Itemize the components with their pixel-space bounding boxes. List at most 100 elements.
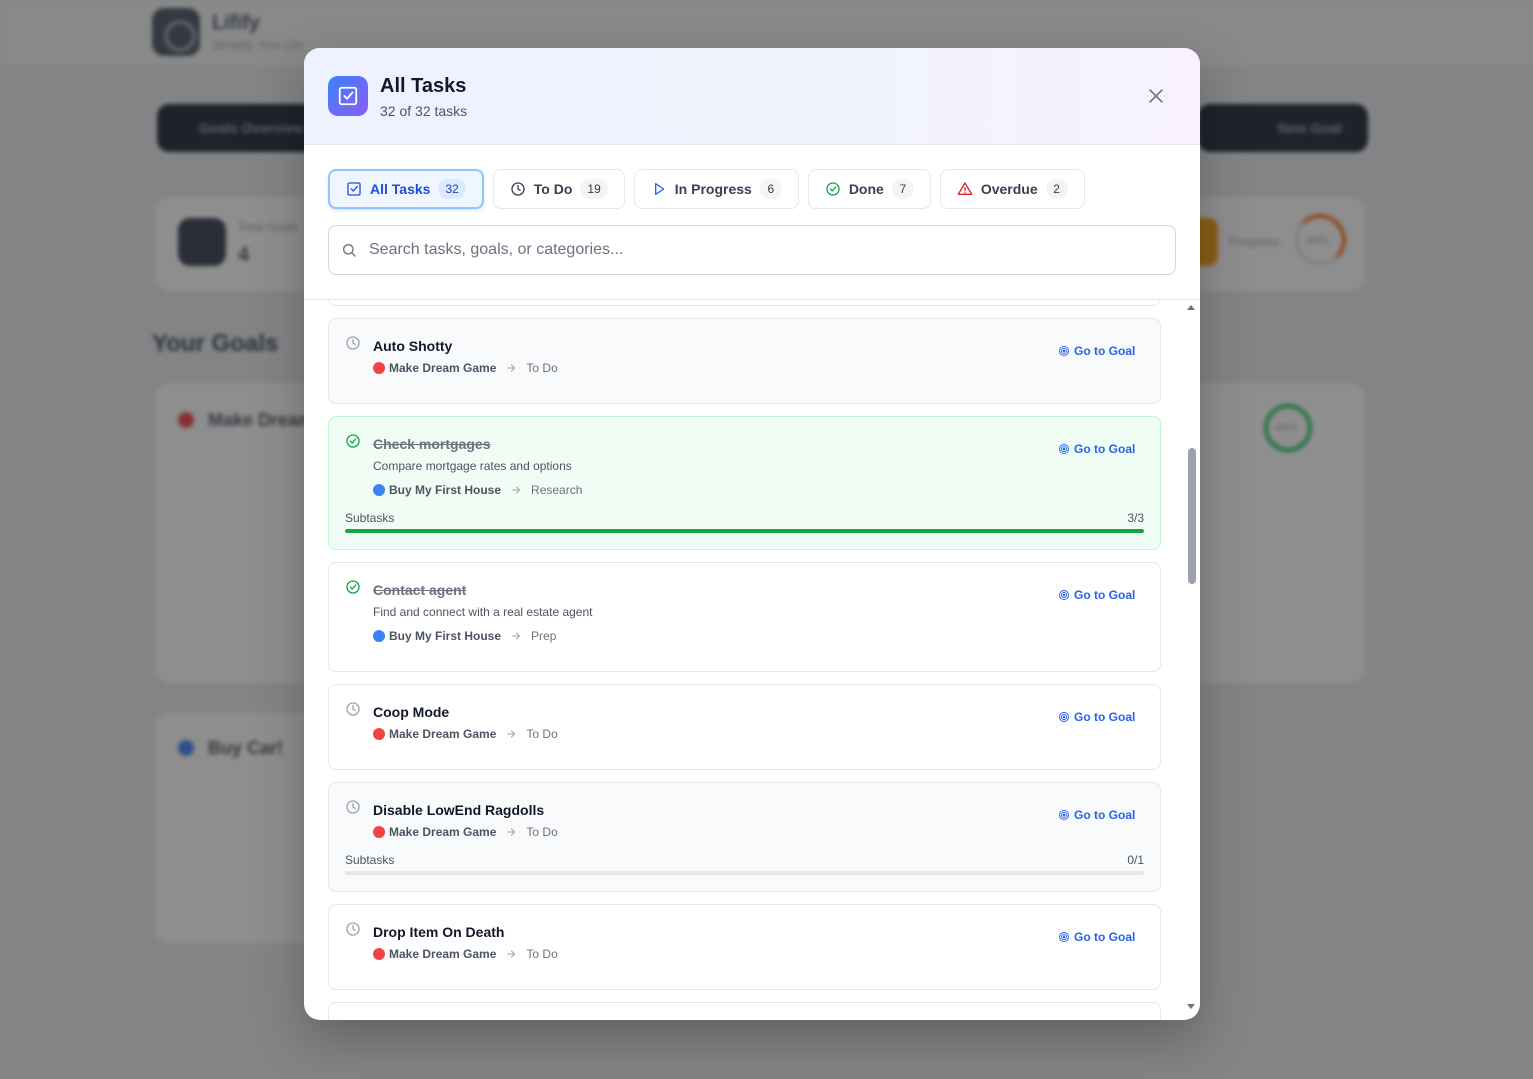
scrollbar-thumb[interactable] <box>1188 448 1196 584</box>
task-goal-name: Buy My First House <box>389 483 502 497</box>
scroll-down-arrow-icon[interactable] <box>1187 1004 1195 1009</box>
go-to-goal-link[interactable]: Go to Goal <box>1058 442 1135 456</box>
tab-count-badge: 6 <box>759 179 782 199</box>
arrow-right-icon <box>505 948 517 960</box>
filter-tabs: All Tasks 32 To Do 19 In Progress 6 Done… <box>328 169 1085 209</box>
task-goal-name: Make Dream Game <box>389 825 497 839</box>
task-title: Coop Mode <box>373 704 450 720</box>
task-card[interactable]: Auto Shotty Make Dream Game To Do Go to … <box>328 318 1161 404</box>
search-input[interactable] <box>369 241 1149 259</box>
go-to-goal-link[interactable]: Go to Goal <box>1058 710 1135 724</box>
target-icon <box>1058 443 1070 455</box>
tab-count-badge: 7 <box>891 179 914 199</box>
goal-color-dot <box>373 630 385 642</box>
task-meta: Make Dream Game To Do <box>373 947 558 961</box>
task-meta: Make Dream Game To Do <box>373 825 558 839</box>
task-meta: Buy My First House Research <box>373 483 582 497</box>
go-to-goal-label: Go to Goal <box>1074 588 1136 602</box>
search-icon <box>343 244 356 257</box>
tab-label: All Tasks <box>370 181 431 197</box>
tab-label: To Do <box>533 181 573 197</box>
goal-color-dot <box>373 728 385 740</box>
target-icon <box>1058 711 1070 723</box>
goal-color-dot <box>373 948 385 960</box>
modal-subtitle: 32 of 32 tasks <box>380 103 468 119</box>
task-goal-name: Make Dream Game <box>389 947 497 961</box>
tab-label: In Progress <box>674 181 752 197</box>
tab-to-do[interactable]: To Do 19 <box>492 169 625 209</box>
task-goal-name: Make Dream Game <box>389 361 497 375</box>
clock-icon <box>345 335 361 351</box>
modal-title: All Tasks <box>380 75 467 97</box>
scrollbar[interactable] <box>1186 299 1200 1020</box>
arrow-right-icon <box>510 484 522 496</box>
subtasks-progress-fill <box>345 529 1144 533</box>
task-card[interactable]: Coop Mode Make Dream Game To Do Go to Go… <box>328 684 1161 770</box>
goal-color-dot <box>373 826 385 838</box>
close-button[interactable] <box>1142 82 1170 110</box>
go-to-goal-label: Go to Goal <box>1074 808 1136 822</box>
arrow-right-icon <box>505 826 517 838</box>
target-icon <box>1058 589 1070 601</box>
task-category: To Do <box>526 727 558 741</box>
task-title: Check mortgages <box>373 436 491 452</box>
subtasks-label: Subtasks <box>345 511 395 525</box>
task-meta: Make Dream Game To Do <box>373 727 558 741</box>
task-card-partial[interactable] <box>328 1002 1161 1020</box>
task-title: Contact agent <box>373 582 467 598</box>
task-card[interactable]: Check mortgages Compare mortgage rates a… <box>328 416 1161 550</box>
task-category: To Do <box>526 825 558 839</box>
subtasks-count: 3/3 <box>1127 511 1144 525</box>
tab-count-badge: 2 <box>1045 179 1068 199</box>
tab-count-badge: 19 <box>580 179 608 199</box>
task-description: Find and connect with a real estate agen… <box>373 605 593 619</box>
go-to-goal-label: Go to Goal <box>1074 930 1136 944</box>
tab-count-badge: 32 <box>438 179 466 199</box>
task-description: Compare mortgage rates and options <box>373 459 572 473</box>
task-goal-name: Make Dream Game <box>389 727 497 741</box>
clock-icon <box>345 921 361 937</box>
clock-icon <box>345 799 361 815</box>
tab-in-progress[interactable]: In Progress 6 <box>633 169 799 209</box>
goal-color-dot <box>373 484 385 496</box>
go-to-goal-link[interactable]: Go to Goal <box>1058 588 1135 602</box>
warning-triangle-icon <box>957 181 973 197</box>
all-tasks-modal: All Tasks 32 of 32 tasks All Tasks 32 To… <box>304 48 1200 1020</box>
task-category: To Do <box>526 361 558 375</box>
check-square-icon <box>346 181 362 197</box>
arrow-right-icon <box>505 362 517 374</box>
subtasks-count: 0/1 <box>1127 853 1144 867</box>
subtasks-progress-bar <box>345 871 1144 875</box>
task-card[interactable]: Disable LowEnd Ragdolls Make Dream Game … <box>328 782 1161 892</box>
task-meta: Buy My First House Prep <box>373 629 556 643</box>
modal-header: All Tasks 32 of 32 tasks <box>304 48 1200 145</box>
target-icon <box>1058 809 1070 821</box>
tab-done[interactable]: Done 7 <box>807 169 931 209</box>
play-icon <box>651 181 667 197</box>
clock-icon <box>510 181 526 197</box>
task-card[interactable]: Contact agent Find and connect with a re… <box>328 562 1161 672</box>
go-to-goal-label: Go to Goal <box>1074 442 1136 456</box>
tab-all-tasks[interactable]: All Tasks 32 <box>328 169 484 209</box>
task-title: Disable LowEnd Ragdolls <box>373 802 545 818</box>
task-category: Research <box>531 483 583 497</box>
subtasks-progress-bar <box>345 529 1144 533</box>
check-circle-icon <box>345 433 361 449</box>
task-card[interactable]: Drop Item On Death Make Dream Game To Do… <box>328 904 1161 990</box>
close-icon <box>1149 89 1163 103</box>
task-category: To Do <box>526 947 558 961</box>
tab-label: Overdue <box>980 181 1038 197</box>
tab-overdue[interactable]: Overdue 2 <box>939 169 1085 209</box>
scroll-up-arrow-icon[interactable] <box>1187 305 1195 310</box>
go-to-goal-link[interactable]: Go to Goal <box>1058 930 1135 944</box>
arrow-right-icon <box>505 728 517 740</box>
tab-label: Done <box>848 181 884 197</box>
task-meta: Make Dream Game To Do <box>373 361 558 375</box>
target-icon <box>1058 345 1070 357</box>
task-list[interactable]: Auto Shotty Make Dream Game To Do Go to … <box>304 299 1200 1020</box>
task-title: Auto Shotty <box>373 338 453 354</box>
go-to-goal-link[interactable]: Go to Goal <box>1058 344 1135 358</box>
go-to-goal-link[interactable]: Go to Goal <box>1058 808 1135 822</box>
go-to-goal-label: Go to Goal <box>1074 344 1136 358</box>
search-box <box>328 225 1176 275</box>
